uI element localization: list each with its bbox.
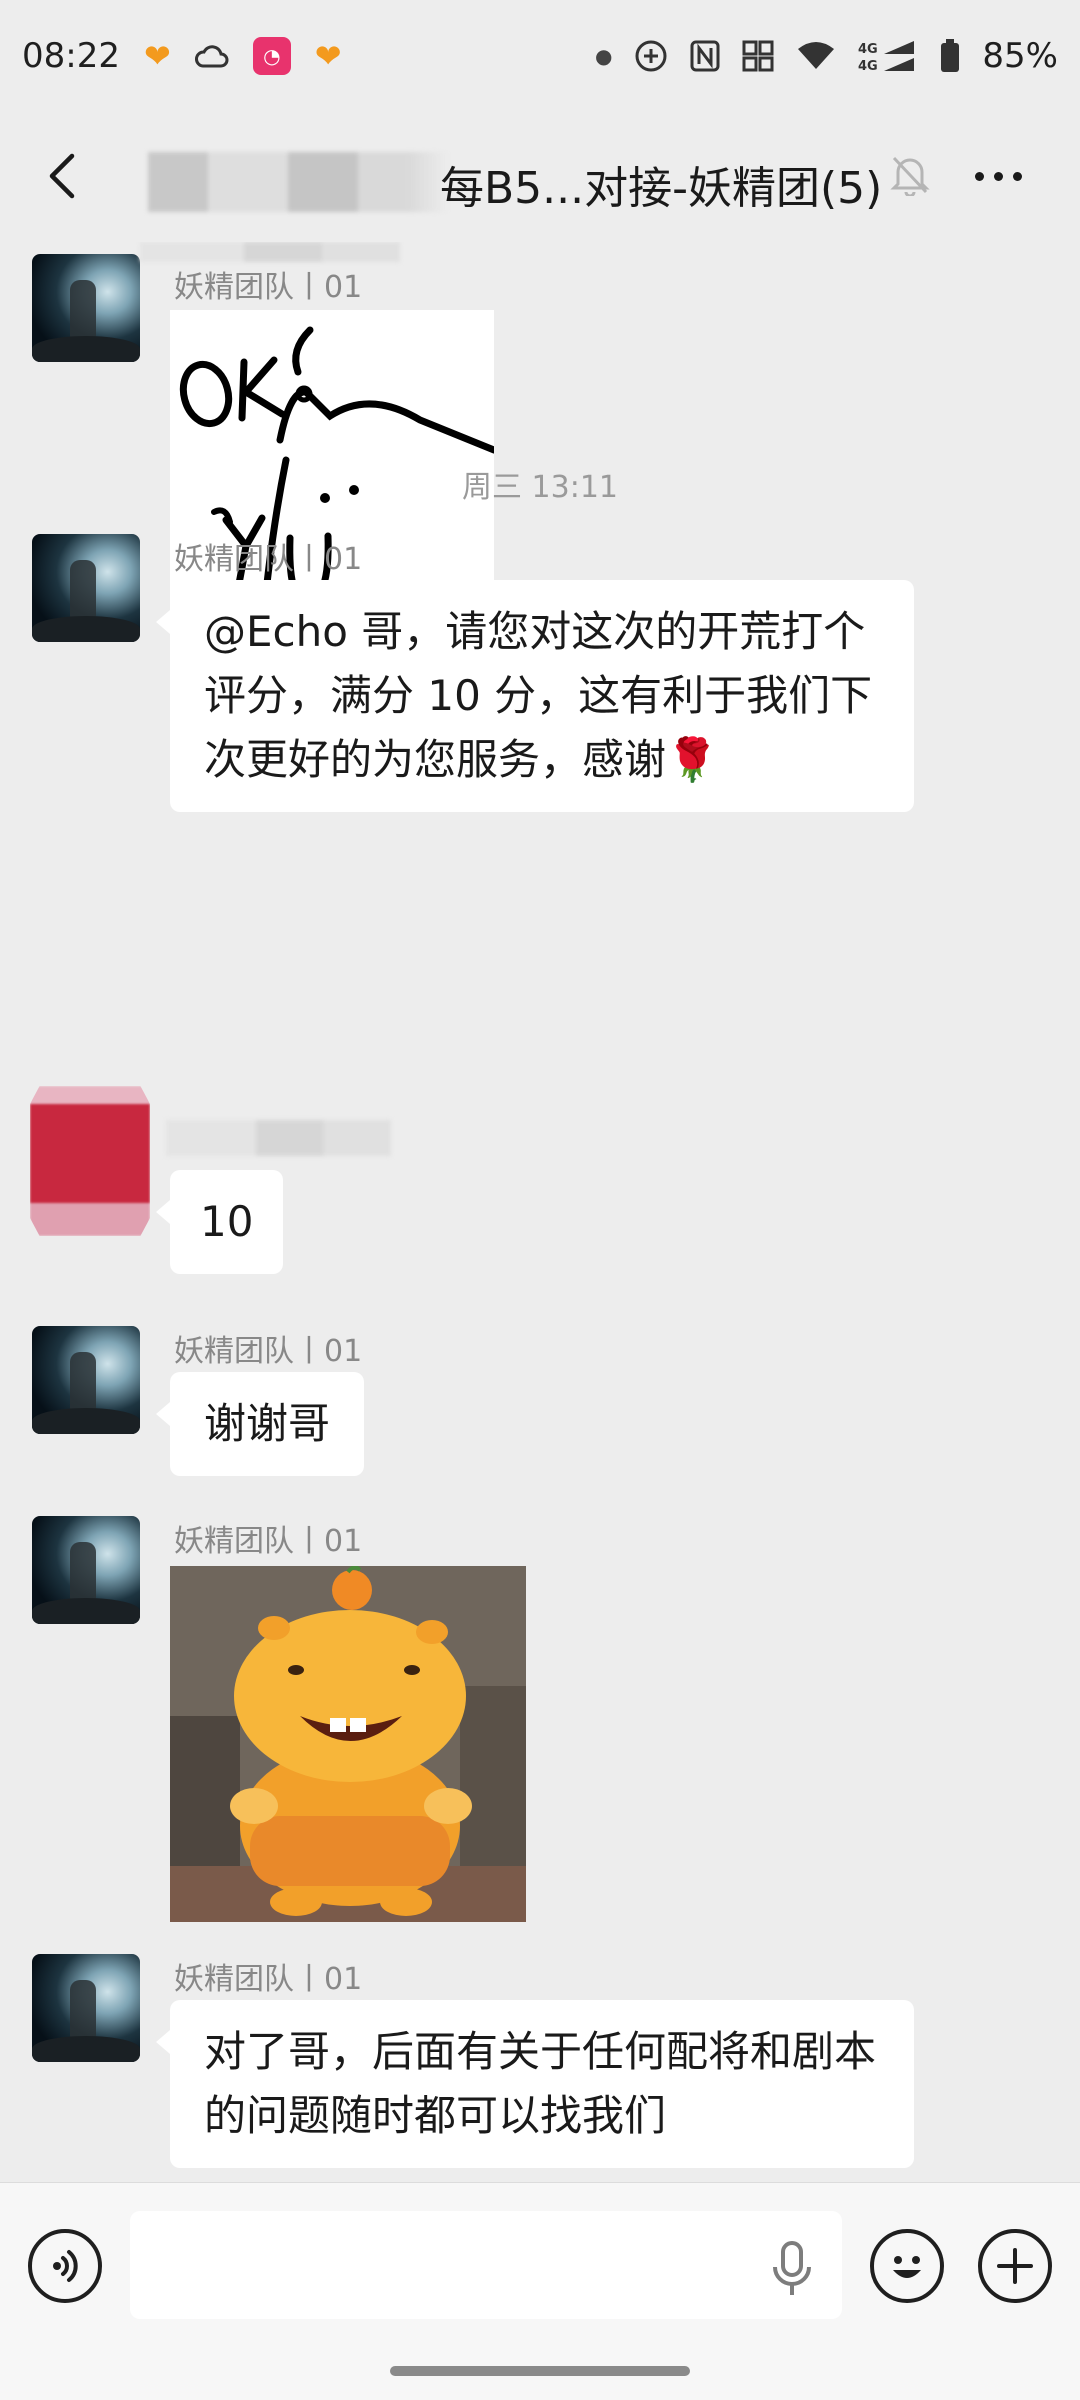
message-list[interactable]: 妖精团队丨01 周三 13:11 妖精团队丨01 @Echo 哥，请您对这次的开… xyxy=(0,242,1080,2182)
message-input[interactable] xyxy=(130,2211,842,2319)
sender-name: 妖精团队丨01 xyxy=(174,270,363,305)
signal-icon: 4G 4G xyxy=(858,39,918,73)
app-icon: ◔ xyxy=(252,37,291,75)
heart-icon: ❤ xyxy=(143,37,171,75)
sender-redaction xyxy=(140,242,400,262)
avatar[interactable] xyxy=(32,1954,140,2062)
plus-circle-icon xyxy=(634,39,668,73)
message-bubble[interactable]: 谢谢哥 xyxy=(155,1372,365,1476)
avatar[interactable] xyxy=(30,1086,150,1236)
battery-icon xyxy=(940,39,960,73)
timestamp: 周三 13:11 xyxy=(462,470,618,505)
svg-text:4G: 4G xyxy=(858,59,878,73)
sim-icon xyxy=(742,40,774,72)
chevron-left-icon[interactable] xyxy=(38,150,90,202)
message-bubble[interactable]: 10 xyxy=(155,1170,284,1274)
home-indicator[interactable] xyxy=(390,2366,690,2376)
svg-text:4G: 4G xyxy=(858,42,878,57)
heart-icon: ❤ xyxy=(314,37,342,75)
avatar[interactable] xyxy=(32,1516,140,1624)
sender-name: 妖精团队丨01 xyxy=(174,1962,363,1997)
mic-icon[interactable] xyxy=(770,2241,814,2301)
wifi-icon xyxy=(796,41,836,71)
ellipsis-icon[interactable] xyxy=(975,172,1022,181)
orange-hippo-sticker[interactable] xyxy=(170,1566,526,1922)
message-bubble[interactable]: 对了哥，后面有关于任何配将和剧本的问题随时都可以找我们 xyxy=(156,2000,914,2168)
bell-off-icon[interactable] xyxy=(890,152,930,200)
nfc-icon xyxy=(690,40,720,72)
emoji-icon[interactable] xyxy=(870,2229,944,2303)
plus-icon[interactable] xyxy=(978,2229,1052,2303)
status-bar: 08:22 ❤ ◔ ❤ ● 4G 4G 85% xyxy=(0,0,1080,112)
chat-title: 每B5...对接-妖精团(5) xyxy=(440,163,883,214)
avatar[interactable] xyxy=(32,1326,140,1434)
cloud-icon xyxy=(194,42,229,70)
avatar[interactable] xyxy=(32,534,140,642)
sender-name: 妖精团队丨01 xyxy=(174,542,363,577)
message-bubble[interactable]: @Echo 哥，请您对这次的开荒打个评分，满分 10 分，这有利于我们下次更好的… xyxy=(156,580,914,812)
avatar[interactable] xyxy=(32,254,140,362)
sender-name: 妖精团队丨01 xyxy=(174,1334,363,1369)
status-time: 08:22 xyxy=(22,36,120,76)
voice-icon[interactable] xyxy=(28,2229,102,2303)
battery-level: 85% xyxy=(982,36,1058,76)
dot-icon: ● xyxy=(594,44,613,68)
sender-redaction xyxy=(166,1120,391,1156)
sender-name: 妖精团队丨01 xyxy=(174,1524,363,1559)
title-redaction xyxy=(148,152,448,212)
